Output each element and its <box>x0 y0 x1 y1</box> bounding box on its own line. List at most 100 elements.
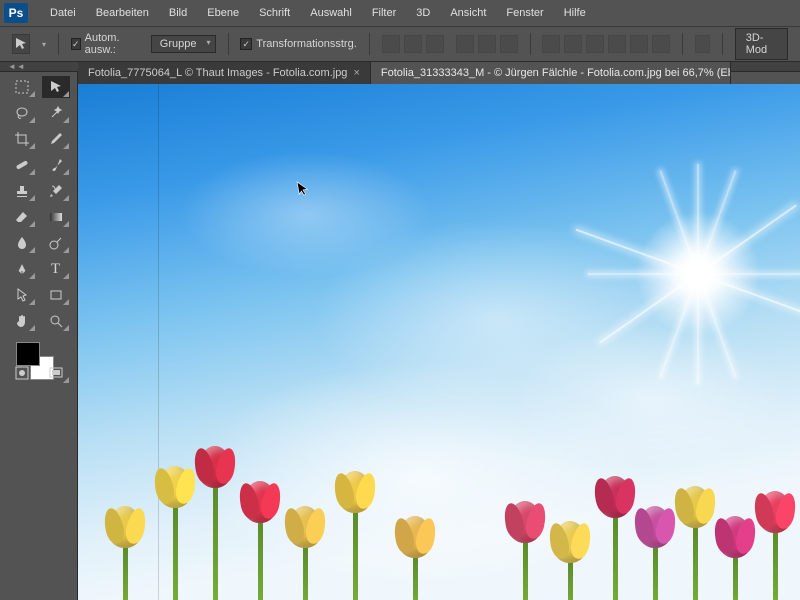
menu-ebene[interactable]: Ebene <box>197 0 249 26</box>
type-icon: T <box>51 261 60 278</box>
zoom-tool[interactable] <box>42 310 70 332</box>
3d-mode-button[interactable]: 3D-Mod <box>735 28 788 60</box>
gradient-tool[interactable] <box>42 206 70 228</box>
align-buttons-group-1 <box>382 35 444 53</box>
sun <box>618 194 778 354</box>
tulip <box>288 506 322 600</box>
menu-filter[interactable]: Filter <box>362 0 406 26</box>
auto-align-button[interactable] <box>695 35 710 53</box>
divider <box>530 33 531 55</box>
eraser-tool[interactable] <box>8 206 36 228</box>
blur-tool[interactable] <box>8 232 36 254</box>
menu-auswahl[interactable]: Auswahl <box>300 0 362 26</box>
dodge-icon <box>48 235 64 251</box>
quickmask-icon <box>14 365 30 381</box>
auto-select-dropdown[interactable]: Gruppe <box>151 35 216 53</box>
stamp-icon <box>14 183 30 199</box>
check-icon: ✓ <box>71 38 81 50</box>
align-top-button[interactable] <box>382 35 400 53</box>
move-tool[interactable] <box>42 76 70 98</box>
pen-icon <box>14 261 30 277</box>
align-left-button[interactable] <box>456 35 474 53</box>
distribute-hcenter-button[interactable] <box>630 35 648 53</box>
dodge-tool[interactable] <box>42 232 70 254</box>
stamp-tool[interactable] <box>8 180 36 202</box>
tulip <box>158 466 192 600</box>
tools-panel: T <box>0 72 78 600</box>
arrow-icon <box>14 287 30 303</box>
distribute-left-button[interactable] <box>608 35 626 53</box>
tulip <box>718 516 752 600</box>
close-icon[interactable]: × <box>353 62 359 84</box>
path-select-tool[interactable] <box>8 284 36 306</box>
document-tab[interactable]: Fotolia_31333343_M - © Jürgen Fälchle - … <box>371 62 731 84</box>
menu-bar: Ps Datei Bearbeiten Bild Ebene Schrift A… <box>0 0 800 26</box>
move-icon <box>48 79 64 95</box>
distribute-vcenter-button[interactable] <box>564 35 582 53</box>
align-bottom-button[interactable] <box>426 35 444 53</box>
tulip <box>243 481 277 600</box>
history-brush-tool[interactable] <box>42 180 70 202</box>
eyedropper-tool[interactable] <box>42 128 70 150</box>
shape-tool[interactable] <box>42 284 70 306</box>
menu-hilfe[interactable]: Hilfe <box>554 0 596 26</box>
quickmask-button[interactable] <box>8 362 36 384</box>
rectangle-icon <box>48 287 64 303</box>
eraser-icon <box>14 209 30 225</box>
pen-tool[interactable] <box>8 258 36 280</box>
magic-wand-tool[interactable] <box>42 102 70 124</box>
lasso-icon <box>14 105 30 121</box>
app-icon: Ps <box>4 3 28 23</box>
drop-icon <box>14 235 30 251</box>
tulip <box>508 501 542 600</box>
divider <box>369 33 370 55</box>
menu-3d[interactable]: 3D <box>406 0 440 26</box>
history-brush-icon <box>48 183 64 199</box>
menu-fenster[interactable]: Fenster <box>496 0 553 26</box>
hand-icon <box>14 313 30 329</box>
sunray <box>588 273 800 275</box>
type-tool[interactable]: T <box>42 258 70 280</box>
chevron-down-icon[interactable]: ▾ <box>42 40 46 49</box>
marquee-tool[interactable] <box>8 76 36 98</box>
sunray <box>697 164 699 384</box>
check-icon: ✓ <box>240 38 252 50</box>
healing-tool[interactable] <box>8 154 36 176</box>
lasso-tool[interactable] <box>8 102 36 124</box>
menu-bearbeiten[interactable]: Bearbeiten <box>86 0 159 26</box>
hand-tool[interactable] <box>8 310 36 332</box>
canvas-image <box>78 84 800 600</box>
divider <box>228 33 229 55</box>
distribute-right-button[interactable] <box>652 35 670 53</box>
distribute-top-button[interactable] <box>542 35 560 53</box>
menu-schrift[interactable]: Schrift <box>249 0 300 26</box>
menu-ansicht[interactable]: Ansicht <box>440 0 496 26</box>
distribute-bottom-button[interactable] <box>586 35 604 53</box>
move-icon <box>13 36 29 52</box>
tulip <box>758 491 792 600</box>
tulip <box>338 471 372 600</box>
align-vcenter-button[interactable] <box>404 35 422 53</box>
menu-bild[interactable]: Bild <box>159 0 197 26</box>
screenmode-button[interactable] <box>42 362 70 384</box>
divider <box>722 33 723 55</box>
document-tab[interactable]: Fotolia_7775064_L © Thaut Images - Fotol… <box>78 62 371 84</box>
transform-controls-checkbox[interactable]: ✓ Transformationsstrg. <box>240 38 356 50</box>
crop-tool[interactable] <box>8 128 36 150</box>
menu-datei[interactable]: Datei <box>40 0 86 26</box>
crop-icon <box>14 131 30 147</box>
current-tool-indicator[interactable] <box>12 34 30 54</box>
canvas-area[interactable] <box>78 84 800 600</box>
bandaid-icon <box>14 157 30 173</box>
tulip <box>638 506 672 600</box>
tab-label: Fotolia_31333343_M - © Jürgen Fälchle - … <box>381 62 731 84</box>
eyedropper-icon <box>48 131 64 147</box>
tulip <box>598 476 632 600</box>
align-right-button[interactable] <box>500 35 518 53</box>
align-hcenter-button[interactable] <box>478 35 496 53</box>
divider <box>58 33 59 55</box>
tab-label: Fotolia_7775064_L © Thaut Images - Fotol… <box>88 62 347 84</box>
brush-tool[interactable] <box>42 154 70 176</box>
auto-select-checkbox[interactable]: ✓ Autom. ausw.: <box>71 32 139 56</box>
tulip <box>398 516 432 600</box>
